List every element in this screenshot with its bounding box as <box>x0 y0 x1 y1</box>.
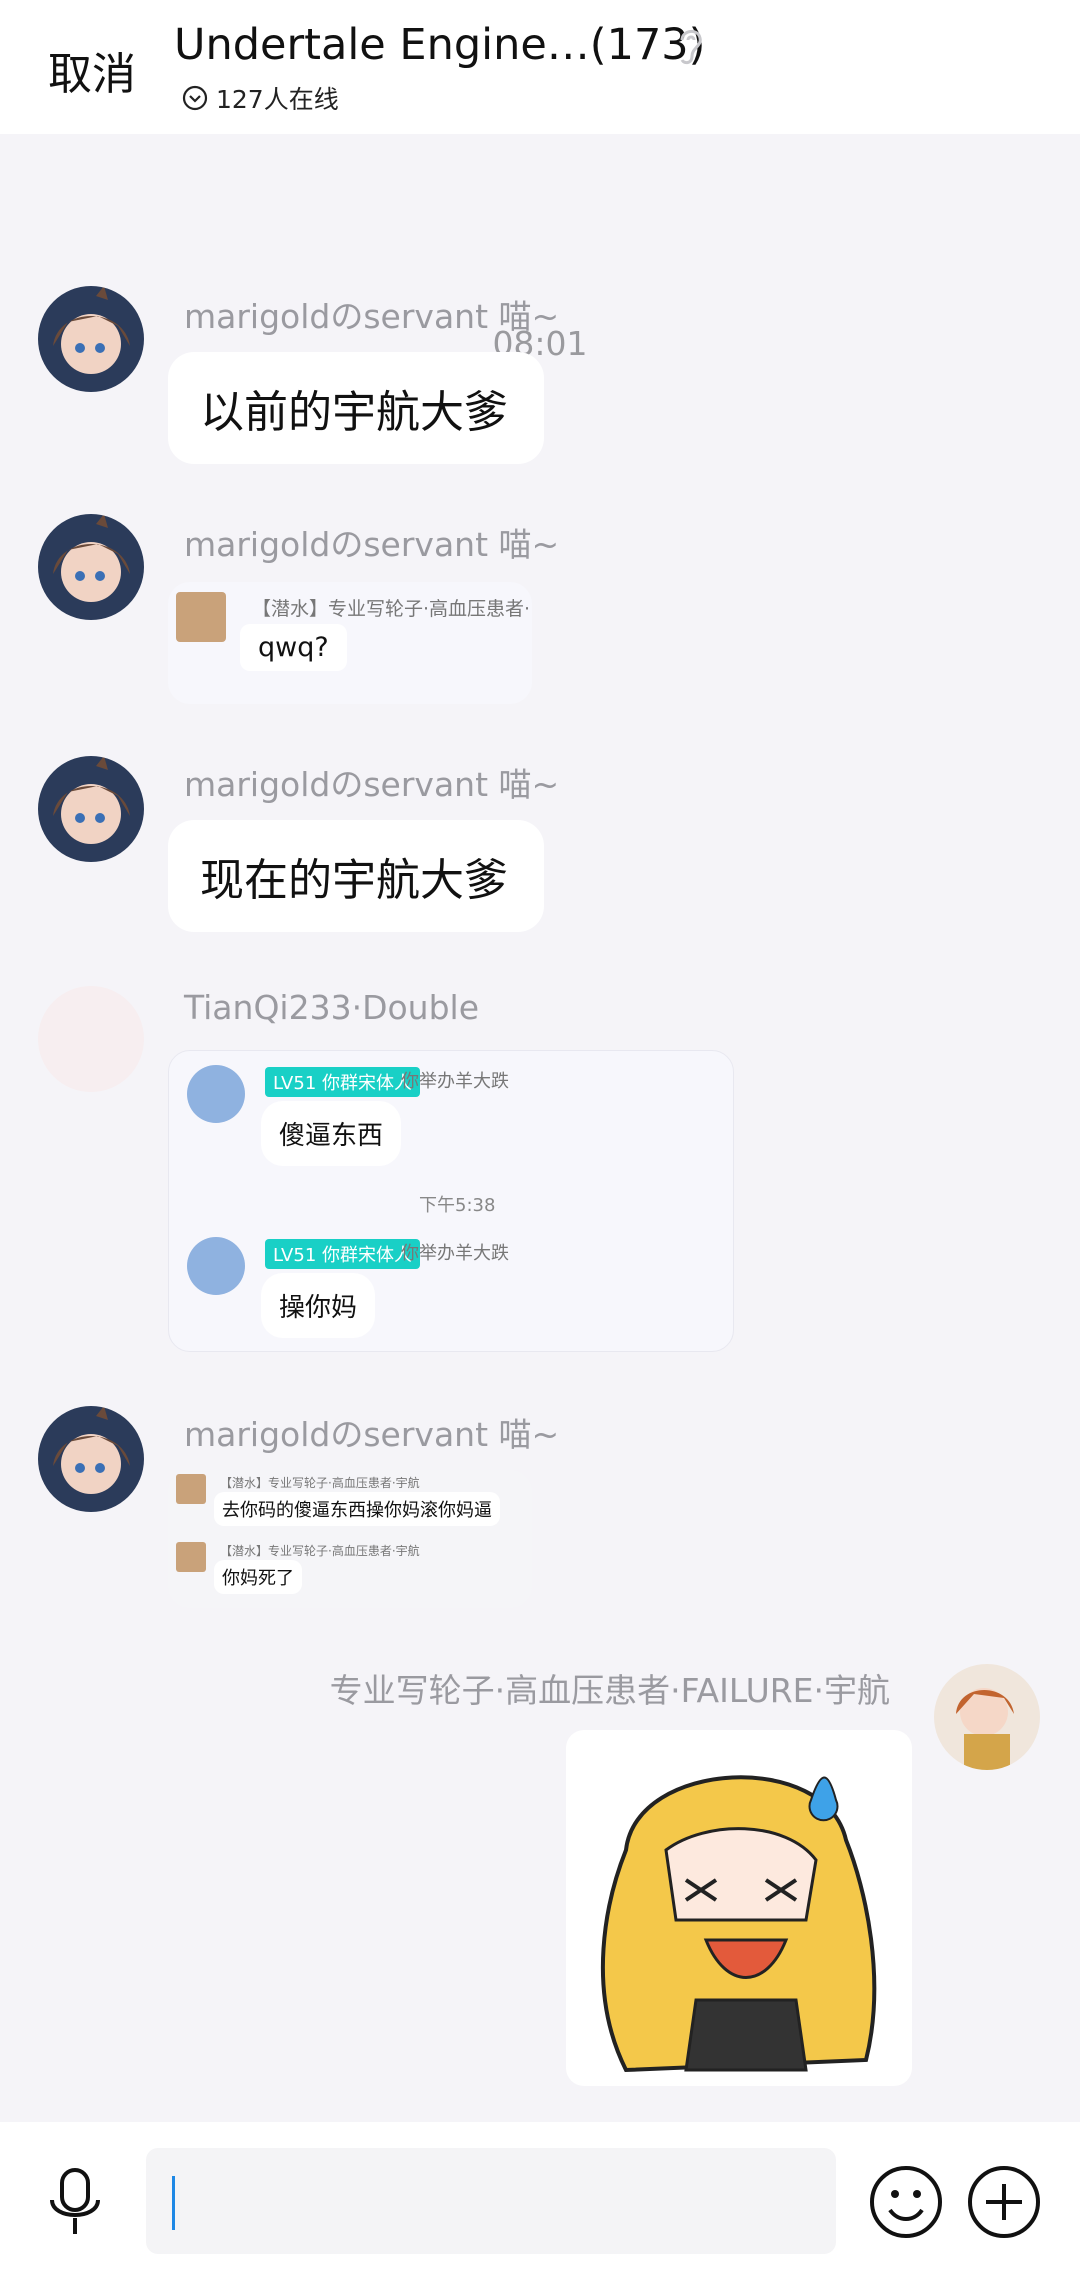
card-title-suffix: 你举办羊大跌 <box>401 1071 509 1092</box>
plus-icon[interactable] <box>966 2164 1042 2240</box>
forward-message: 你妈死了 <box>214 1560 302 1594</box>
message-input[interactable] <box>146 2148 836 2254</box>
sender-name: marigoldのservant 喵~ <box>184 297 560 336</box>
forward-name: 【潜水】专业写轮子·高血压患者·宇航 <box>220 1544 420 1558</box>
avatar[interactable] <box>38 286 144 392</box>
forwarded-chat-image[interactable]: 【潜水】专业写轮子·高血压患者·宇航 去你码的傻逼东西操你妈滚你妈逼 【潜水】专… <box>168 1470 532 1608</box>
sender-name: TianQi233·Double <box>184 988 480 1027</box>
forward-avatar <box>176 1542 206 1572</box>
quote-text: qwq? <box>240 624 347 671</box>
avatar[interactable] <box>38 514 144 620</box>
chat-area[interactable]: 08:01 marigoldのservant 喵~ 以前的宇航大爹 marigo… <box>0 134 1080 2134</box>
microphone-icon[interactable] <box>44 2166 106 2238</box>
message-bubble[interactable]: 以前的宇航大爹 <box>168 352 544 464</box>
chevron-down-icon <box>182 85 208 111</box>
card-message: 操你妈 <box>261 1273 376 1338</box>
forward-avatar <box>176 1474 206 1504</box>
online-indicator[interactable]: 127人在线 <box>182 80 339 116</box>
avatar[interactable] <box>38 1406 144 1512</box>
avatar[interactable] <box>38 756 144 862</box>
forward-name: 【潜水】专业写轮子·高血压患者·宇航 <box>220 1476 420 1490</box>
screenshot-message[interactable]: LV51 你群宋体人 你举办羊大跌 傻逼东西 下午5:38 LV51 你群宋体人… <box>168 1050 734 1352</box>
forward-message: 去你码的傻逼东西操你妈滚你妈逼 <box>214 1492 500 1526</box>
message-bubble[interactable]: 现在的宇航大爹 <box>168 820 544 932</box>
avatar[interactable] <box>934 1664 1040 1770</box>
quote-name: 【潜水】专业写轮子·高血压患者· <box>252 598 531 620</box>
header: 取消 Undertale Engine…(173) 127人在线 <box>0 0 1080 134</box>
sender-name: 专业写轮子·高血压患者·FAILURE·宇航 <box>329 1671 890 1710</box>
sender-name: marigoldのservant 喵~ <box>184 765 560 804</box>
cancel-button[interactable]: 取消 <box>48 38 136 102</box>
card-time: 下午5:38 <box>419 1195 496 1216</box>
avatar[interactable] <box>38 986 144 1092</box>
emoji-icon[interactable] <box>868 2164 944 2240</box>
level-tag: LV51 你群宋体人 <box>265 1067 420 1097</box>
card-avatar <box>187 1237 245 1295</box>
chat-title[interactable]: Undertale Engine…(173) <box>174 20 705 70</box>
text-cursor <box>172 2176 175 2230</box>
card-message: 傻逼东西 <box>261 1101 402 1166</box>
ear-icon[interactable] <box>670 24 710 68</box>
sender-name: marigoldのservant 喵~ <box>184 1415 560 1454</box>
level-tag: LV51 你群宋体人 <box>265 1239 420 1269</box>
sender-name: marigoldのservant 喵~ <box>184 525 560 564</box>
online-count: 127人在线 <box>216 85 339 114</box>
quote-avatar <box>176 592 226 642</box>
card-avatar <box>187 1065 245 1123</box>
sticker-image[interactable] <box>566 1730 912 2086</box>
quoted-image-message[interactable]: 【潜水】专业写轮子·高血压患者· qwq? <box>168 582 532 704</box>
input-bar <box>0 2122 1080 2282</box>
card-title-suffix: 你举办羊大跌 <box>401 1243 509 1264</box>
